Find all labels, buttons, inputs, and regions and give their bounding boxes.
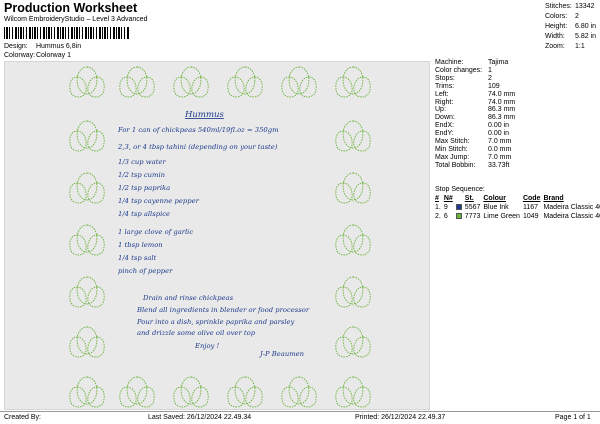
stat-row: Height: 6.80 in (545, 23, 597, 30)
spec-row: Down: 86.3 mm (435, 114, 516, 122)
recipe-title: Hummus (184, 110, 224, 120)
design-label: Design: (4, 43, 28, 50)
recipe-line: 1/4 tsp salt (118, 254, 157, 262)
color-swatch (455, 204, 462, 211)
page-number: Page 1 of 1 (555, 414, 591, 421)
stat-row: Stitches: 13342 (545, 3, 595, 10)
recipe-line: 1 large clove of garlic (118, 228, 193, 236)
spec-row: Max Stitch: 7.0 mm (435, 138, 512, 146)
spec-row: Up: 86.3 mm (435, 106, 516, 114)
direction-line: Blend all ingredients in blender or food… (136, 306, 310, 314)
spec-row: Total Bobbin: 33.73ft (435, 161, 510, 169)
colorway-row: Colorway: Colorway 1 (4, 52, 71, 59)
stat-row: Width: 5.82 in (545, 33, 597, 40)
recipe-line: For 1 can of chickpeas 540ml/19fl.oz = 3… (117, 126, 279, 134)
spec-row: Trims: 109 (435, 82, 500, 90)
app-subtitle: Wilcom EmbroideryStudio – Level 3 Advanc… (4, 16, 148, 23)
stop-sequence-table: # N# St. Colour Code Brand 1. 9 5567 Blu… (435, 194, 600, 221)
embroidery-design: Hummus For 1 can of chickpeas 540ml/19fl… (69, 66, 371, 408)
design-row: Design: Hummus 6,8in (4, 43, 81, 50)
design-preview: Hummus For 1 can of chickpeas 540ml/19fl… (4, 61, 430, 410)
spec-row: Max Jump: 7.0 mm (435, 153, 512, 161)
spec-row: Left: 74.0 mm (435, 90, 516, 98)
spec-row: EndY: 0.00 in (435, 130, 510, 138)
spec-row: Stops: 2 (435, 74, 492, 82)
page-title: Production Worksheet (4, 1, 138, 15)
direction-line: Drain and rinse chickpeas (142, 294, 234, 302)
recipe-line: 1/2 tsp cumin (118, 171, 165, 179)
design-value: Hummus 6,8in (35, 43, 82, 50)
signature: J-P Beaumen (258, 350, 304, 358)
direction-line: Pour into a dish, sprinkle paprika and p… (136, 318, 295, 326)
stat-row: Zoom: 1:1 (545, 43, 585, 50)
spec-row: Right: 74.0 mm (435, 98, 516, 106)
stat-row: Colors: 2 (545, 13, 579, 20)
colorway-label: Colorway: (4, 52, 36, 59)
stop-sequence-title: Stop Sequence: (435, 186, 485, 193)
recipe-line: 1/4 tsp allspice (118, 210, 170, 218)
recipe-line: 1/3 cup water (118, 158, 166, 166)
last-saved: Last Saved: 26/12/2024 22.49.34 (148, 414, 252, 421)
color-swatch (455, 213, 462, 220)
machine-specs: Machine: Tajima Color changes: 1 Stops: 2 T… (435, 59, 597, 170)
created-by: Created By: (4, 414, 41, 421)
recipe-line: 2,3, or 4 tbsp tahini (depending on your… (117, 143, 278, 151)
barcode (4, 27, 130, 39)
colorway-value: Colorway 1 (35, 52, 71, 59)
spec-row: Min Stitch: 0.0 mm (435, 145, 512, 153)
recipe-line: pinch of pepper (118, 267, 173, 275)
spec-row: EndX: 0.00 in (435, 122, 510, 130)
table-row: 1. 9 5567 Blue Ink 1167 Madeira Classic … (435, 204, 600, 211)
direction-line: Enjoy ! (194, 342, 220, 350)
table-row: 2. 6 7773 Lime Green 1049 Madeira Classi… (435, 213, 600, 220)
footer: Created By: Last Saved: 26/12/2024 22.49… (0, 411, 600, 424)
recipe-line: 1/4 tsp cayenne pepper (118, 197, 200, 205)
recipe-text: Hummus For 1 can of chickpeas 540ml/19fl… (117, 110, 310, 358)
spec-row: Color changes: 1 (435, 66, 492, 74)
recipe-line: 1/2 tsp paprika (118, 184, 170, 192)
top-stats: Stitches: 13342 Colors: 2 Height: 6.80 in W… (545, 2, 596, 52)
direction-line: and drizzle some olive oil over top (137, 329, 256, 337)
table-header-row: # N# St. Colour Code Brand (435, 195, 564, 202)
printed-date: Printed: 26/12/2024 22.49.37 (355, 414, 446, 421)
spec-row: Machine: Tajima (435, 59, 509, 66)
recipe-line: 1 tbsp lemon (118, 241, 163, 249)
